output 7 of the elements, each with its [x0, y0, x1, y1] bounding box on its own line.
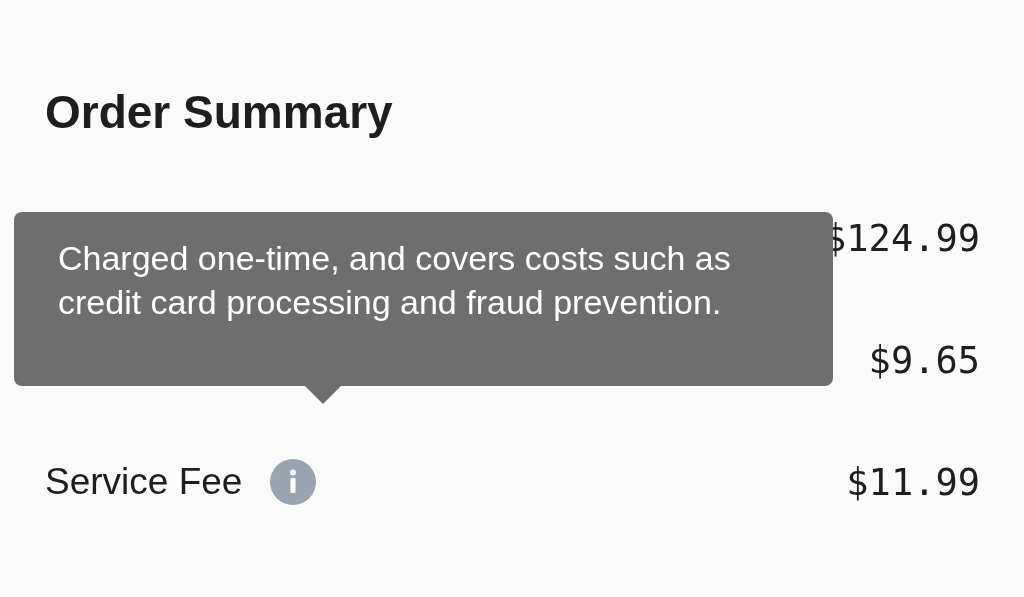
- tooltip-pointer: [305, 386, 341, 404]
- line-amount: $11.99: [846, 460, 980, 504]
- tooltip: Charged one-time, and covers costs such as credit card processing and fraud prevention.: [14, 212, 833, 386]
- line-amount: $9.65: [868, 338, 980, 382]
- summary-title: Order Summary: [45, 85, 394, 140]
- line-label: Service Fee: [45, 461, 243, 503]
- info-icon[interactable]: [270, 459, 317, 505]
